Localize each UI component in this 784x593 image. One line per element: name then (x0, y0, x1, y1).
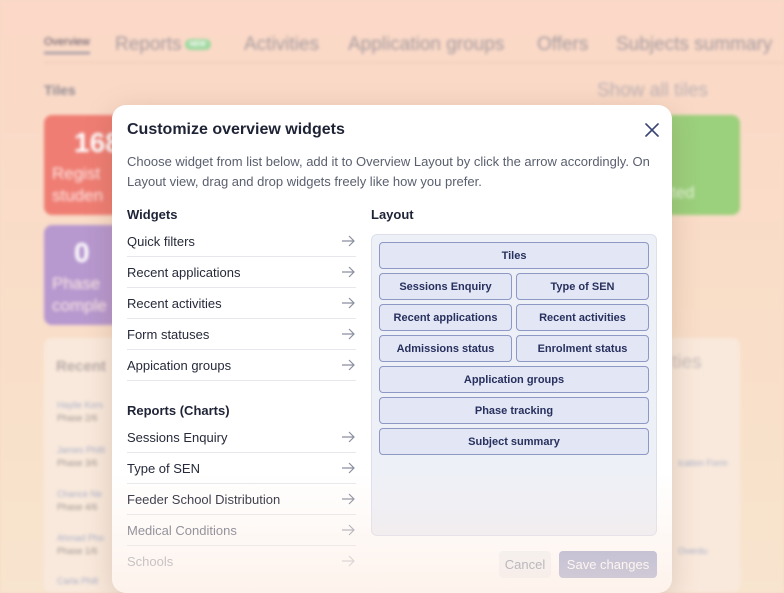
tab-reports[interactable]: Reports NEW (115, 34, 211, 56)
layout-item-type-of-sen[interactable]: Type of SEN (516, 273, 649, 300)
report-item-feeder-school-distribution[interactable]: Feeder School Distribution (127, 484, 356, 515)
top-nav: Overview Reports NEW Activities Applicati… (44, 30, 784, 60)
tile-green[interactable]: ted (665, 115, 740, 215)
widget-item-label: Recent applications (127, 265, 241, 280)
arrow-right-icon[interactable] (340, 326, 356, 342)
list-item-name[interactable]: Carla Phill (57, 576, 98, 586)
widget-item-label: Form statuses (127, 327, 210, 342)
layout-item-enrolment-status[interactable]: Enrolment status (516, 335, 649, 362)
list-item-phase: Phase 2/6 (57, 413, 98, 423)
arrow-right-icon[interactable] (340, 491, 356, 507)
tab-application-groups[interactable]: Application groups (348, 34, 504, 56)
report-item-label: Type of SEN (127, 461, 200, 476)
tile-label-line-2: comple (52, 296, 107, 315)
widget-item-label: Recent activities (127, 296, 222, 311)
widgets-heading: Widgets (127, 207, 178, 222)
list-item-name[interactable]: Haylie Kors (57, 400, 103, 410)
layout-heading: Layout (371, 207, 414, 222)
report-item-label: Feeder School Distribution (127, 492, 281, 507)
list-item-phase: Phase 4/6 (57, 502, 98, 512)
list-item-name[interactable]: Ahmad Pho (57, 533, 104, 543)
tile-label: ted (671, 183, 695, 202)
list-item-phase: Phase 3/6 (57, 458, 98, 468)
list-item-name[interactable]: James Philli (57, 445, 105, 455)
arrow-right-icon[interactable] (340, 429, 356, 445)
tile-label: Phase comple (52, 273, 107, 317)
widget-item-form-statuses[interactable]: Form statuses (127, 319, 356, 350)
modal-description: Choose widget from list below, add it to… (127, 154, 650, 189)
arrow-right-icon[interactable] (340, 295, 356, 311)
activities-heading: ties (672, 352, 702, 373)
layout-item-subject-summary[interactable]: Subject summary (379, 428, 649, 455)
layout-item-recent-applications[interactable]: Recent applications (379, 304, 512, 331)
nav-divider (44, 62, 784, 63)
report-item-sessions-enquiry[interactable]: Sessions Enquiry (127, 422, 356, 453)
layout-item-application-groups[interactable]: Application groups (379, 366, 649, 393)
layout-item-recent-activities[interactable]: Recent activities (516, 304, 649, 331)
layout-item-phase-tracking[interactable]: Phase tracking (379, 397, 649, 424)
active-tab-underline (44, 52, 90, 54)
widget-item-recent-applications[interactable]: Recent applications (127, 257, 356, 288)
report-item-schools[interactable]: Schools (127, 546, 356, 577)
tile-label-line-1: Phase (52, 274, 101, 293)
show-all-tiles-link[interactable]: Show all tiles (597, 80, 708, 102)
arrow-right-icon[interactable] (340, 522, 356, 538)
widget-item-label: Quick filters (127, 234, 195, 249)
layout-item-tiles[interactable]: Tiles (379, 242, 649, 269)
report-item-label: Schools (127, 554, 174, 569)
arrow-right-icon[interactable] (340, 553, 356, 569)
overdue-label: Overdu (678, 546, 708, 556)
widget-item-recent-activities[interactable]: Recent activities (127, 288, 356, 319)
modal-title: Customize overview widgets (127, 121, 345, 138)
widget-item-application-groups[interactable]: Appication groups (127, 350, 356, 381)
tab-activities[interactable]: Activities (244, 34, 319, 56)
layout-item-admissions-status[interactable]: Admissions status (379, 335, 512, 362)
arrow-right-icon[interactable] (340, 357, 356, 373)
tab-reports-label: Reports (115, 34, 182, 55)
tab-offers[interactable]: Offers (537, 34, 588, 56)
tiles-heading: Tiles (44, 82, 76, 98)
layout-item-sessions-enquiry[interactable]: Sessions Enquiry (379, 273, 512, 300)
arrow-right-icon[interactable] (340, 264, 356, 280)
report-item-medical-conditions[interactable]: Medical Conditions (127, 515, 356, 546)
tab-subjects-summary[interactable]: Subjects summary (616, 34, 772, 56)
tile-number: 0 (74, 237, 90, 268)
arrow-right-icon[interactable] (340, 233, 356, 249)
customize-widgets-modal: Customize overview widgets Choose widget… (112, 105, 672, 593)
layout-panel[interactable]: Tiles Sessions Enquiry Type of SEN Recen… (371, 234, 657, 536)
widget-item-quick-filters[interactable]: Quick filters (127, 226, 356, 257)
report-item-type-of-sen[interactable]: Type of SEN (127, 453, 356, 484)
arrow-right-icon[interactable] (340, 460, 356, 476)
cancel-button[interactable]: Cancel (499, 551, 551, 578)
report-item-label: Sessions Enquiry (127, 430, 228, 445)
new-badge: NEW (184, 39, 211, 51)
widget-item-label: Appication groups (127, 358, 232, 373)
report-item-label: Medical Conditions (127, 523, 237, 538)
tile-label: Regist studen (52, 163, 103, 207)
reports-heading: Reports (Charts) (127, 403, 230, 418)
list-item-name[interactable]: Chance Ne (57, 489, 102, 499)
tile-label-line-1: Regist (52, 164, 101, 183)
save-changes-button[interactable]: Save changes (559, 551, 657, 578)
tile-label-line-2: studen (52, 186, 104, 205)
close-icon[interactable] (642, 120, 662, 140)
list-item-phase: Phase 1/6 (57, 546, 98, 556)
application-form-link[interactable]: ication Form (678, 458, 728, 468)
recent-heading: Recent (56, 358, 107, 375)
tab-overview[interactable]: Overview (44, 36, 90, 48)
